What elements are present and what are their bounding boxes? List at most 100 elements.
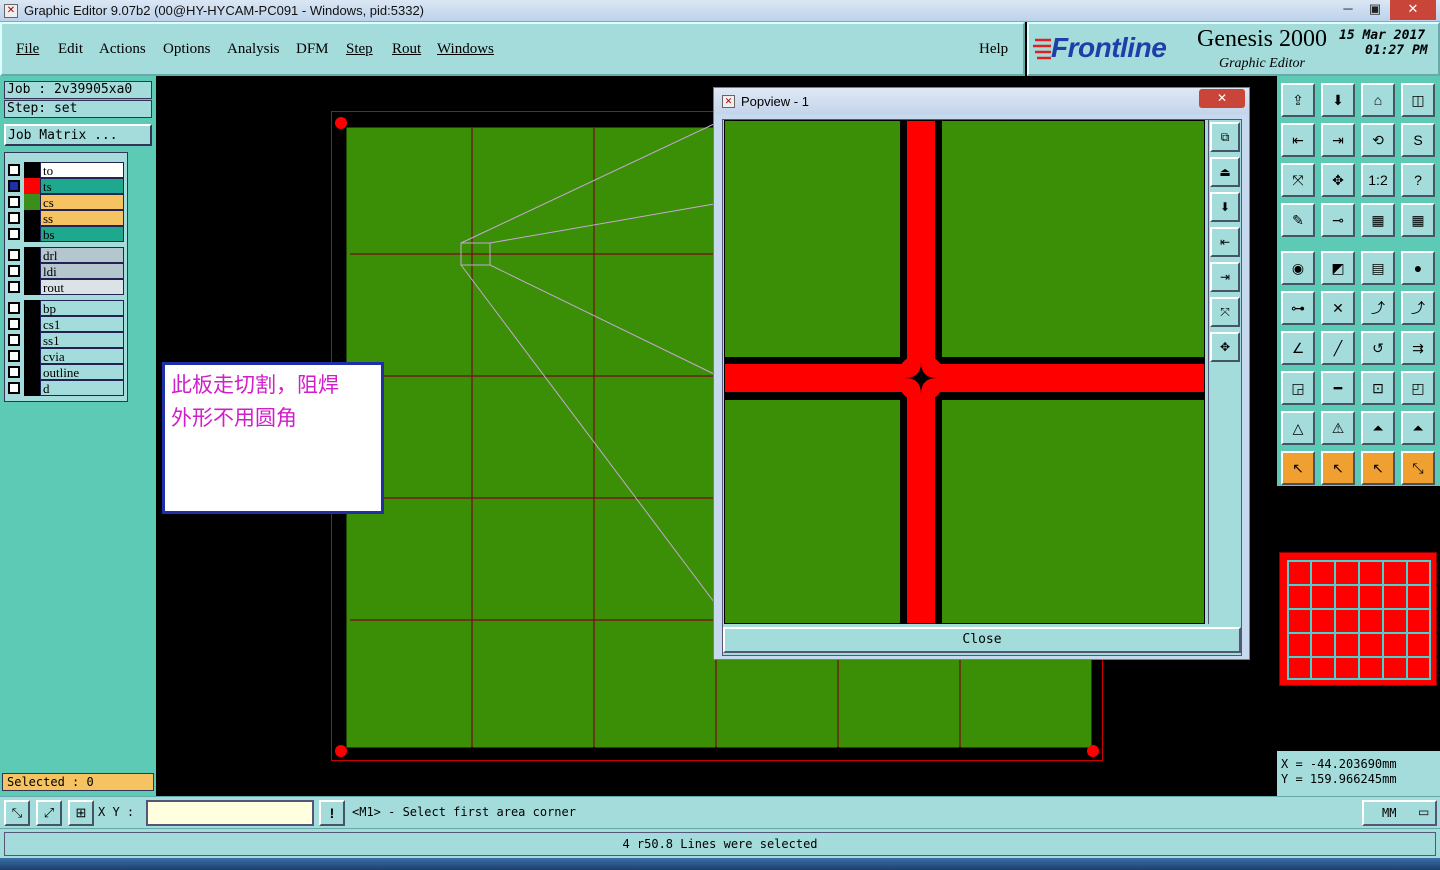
layer-row-drl[interactable]: drl [6,247,124,263]
connect-icon[interactable]: ⊶ [1281,291,1315,325]
warning-icon[interactable]: ⚠ [1321,411,1355,445]
menu-analysis[interactable]: Analysis [227,41,280,58]
menu-options[interactable]: Options [163,41,211,58]
layer-checkbox[interactable] [8,366,20,378]
arc-icon[interactable]: ↺ [1361,331,1395,365]
layer-name[interactable]: ldi [40,263,124,279]
layer-color-swatch[interactable] [24,194,40,210]
hline-icon[interactable]: ━ [1321,371,1355,405]
menu-rout[interactable]: Rout [392,41,421,58]
alert-icon[interactable]: ! [319,800,345,826]
home-icon[interactable]: ⌂ [1361,83,1395,117]
fill-icon[interactable]: ◩ [1321,251,1355,285]
add-arc-icon[interactable]: ⤴ [1401,291,1435,325]
layer-color-swatch[interactable] [24,279,40,295]
save-icon[interactable]: ⬇ [1321,83,1355,117]
popview-zoom-canvas[interactable] [724,120,1205,624]
layer-color-swatch[interactable] [24,226,40,242]
layer-row-cs[interactable]: cs [6,194,124,210]
layers-grid-icon[interactable]: ▦ [1361,203,1395,237]
layer-color-swatch[interactable] [24,300,40,316]
menu-dfm[interactable]: DFM [296,41,329,58]
layer-color-swatch[interactable] [24,348,40,364]
line-icon[interactable]: ╱ [1321,331,1355,365]
layer-checkbox[interactable] [8,318,20,330]
job-matrix-button[interactable]: Job Matrix ... [4,124,152,146]
layer-row-cs1[interactable]: cs1 [6,316,124,332]
layer-checkbox[interactable] [8,196,20,208]
layout-icon[interactable]: ◫ [1401,83,1435,117]
layer-name[interactable]: drl [40,247,124,263]
popview-close-x-button[interactable]: ✕ [1199,89,1245,108]
menu-actions[interactable]: Actions [99,41,146,58]
popview-close-button[interactable]: Close [723,627,1241,653]
pad-icon[interactable]: ● [1401,251,1435,285]
popview-tool-2-icon[interactable]: ⏏ [1210,157,1240,187]
snap-icon[interactable]: ⤢ [36,800,62,826]
settings-icon[interactable]: ✎ [1281,203,1315,237]
layer-row-to[interactable]: to [6,162,124,178]
layer-row-d[interactable]: d [6,380,124,396]
move-left-icon[interactable]: ⇤ [1281,123,1315,157]
layer-checkbox[interactable] [8,228,20,240]
layer-row-cvia[interactable]: cvia [6,348,124,364]
layer-checkbox[interactable] [8,350,20,362]
open-step-icon[interactable]: ⇪ [1281,83,1315,117]
layers-grid-2-icon[interactable]: ▦ [1401,203,1435,237]
layer-color-swatch[interactable] [24,210,40,226]
shapes-icon[interactable]: ◰ [1401,371,1435,405]
layer-checkbox[interactable] [8,180,20,192]
layer-color-swatch[interactable] [24,162,40,178]
layer-color-swatch[interactable] [24,316,40,332]
angle-icon[interactable]: ∠ [1281,331,1315,365]
layer-row-ss1[interactable]: ss1 [6,332,124,348]
layer-row-rout[interactable]: rout [6,279,124,295]
select-feature-icon[interactable]: ◉ [1281,251,1315,285]
menu-step[interactable]: Step [346,41,373,58]
popview-tool-1-icon[interactable]: ⧉ [1210,122,1240,152]
layer-color-swatch[interactable] [24,263,40,279]
layer-color-swatch[interactable] [24,178,40,194]
layer-name[interactable]: ss [40,210,124,226]
layer-name[interactable]: to [40,162,124,178]
pointer-box-icon[interactable]: ↖ [1321,451,1355,485]
arrow-up-icon[interactable]: ⏶ [1361,411,1395,445]
maximize-button[interactable]: ▣ [1362,0,1388,20]
measure-icon[interactable]: ⊸ [1321,203,1355,237]
layer-checkbox[interactable] [8,164,20,176]
redraw-icon[interactable]: S [1401,123,1435,157]
layer-color-swatch[interactable] [24,380,40,396]
select-area-icon[interactable]: ◲ [1281,371,1315,405]
layer-row-ss[interactable]: ss [6,210,124,226]
help-icon[interactable]: ? [1401,163,1435,197]
popview-tool-5-icon[interactable]: ⇥ [1210,262,1240,292]
layer-name[interactable]: d [40,380,124,396]
layer-checkbox[interactable] [8,281,20,293]
layer-name[interactable]: cs [40,194,124,210]
menu-file[interactable]: File [16,41,39,58]
layer-row-outline[interactable]: outline [6,364,124,380]
layer-checkbox[interactable] [8,334,20,346]
layer-name[interactable]: bs [40,226,124,242]
layer-color-swatch[interactable] [24,364,40,380]
add-line-icon[interactable]: ⤴ [1361,291,1395,325]
pan-icon[interactable]: ✥ [1321,163,1355,197]
layer-row-ldi[interactable]: ldi [6,263,124,279]
layer-row-bp[interactable]: bp [6,300,124,316]
layer-name[interactable]: outline [40,364,124,380]
layer-checkbox[interactable] [8,249,20,261]
layer-color-swatch[interactable] [24,247,40,263]
popview-tool-3-icon[interactable]: ⬇ [1210,192,1240,222]
menu-windows[interactable]: Windows [437,41,494,58]
arrow-up-2-icon[interactable]: ⏶ [1401,411,1435,445]
close-window-button[interactable]: ✕ [1390,0,1436,20]
delete-icon[interactable]: ✕ [1321,291,1355,325]
fit-icon[interactable]: ⤧ [1281,163,1315,197]
menu-edit[interactable]: Edit [58,41,83,58]
pointer-circle-icon[interactable]: ↖ [1361,451,1395,485]
minimize-button[interactable]: ─ [1335,0,1361,20]
menu-help[interactable]: Help [979,41,1008,58]
triangle-icon[interactable]: △ [1281,411,1315,445]
popview-tool-4-icon[interactable]: ⇤ [1210,227,1240,257]
layer-checkbox[interactable] [8,302,20,314]
